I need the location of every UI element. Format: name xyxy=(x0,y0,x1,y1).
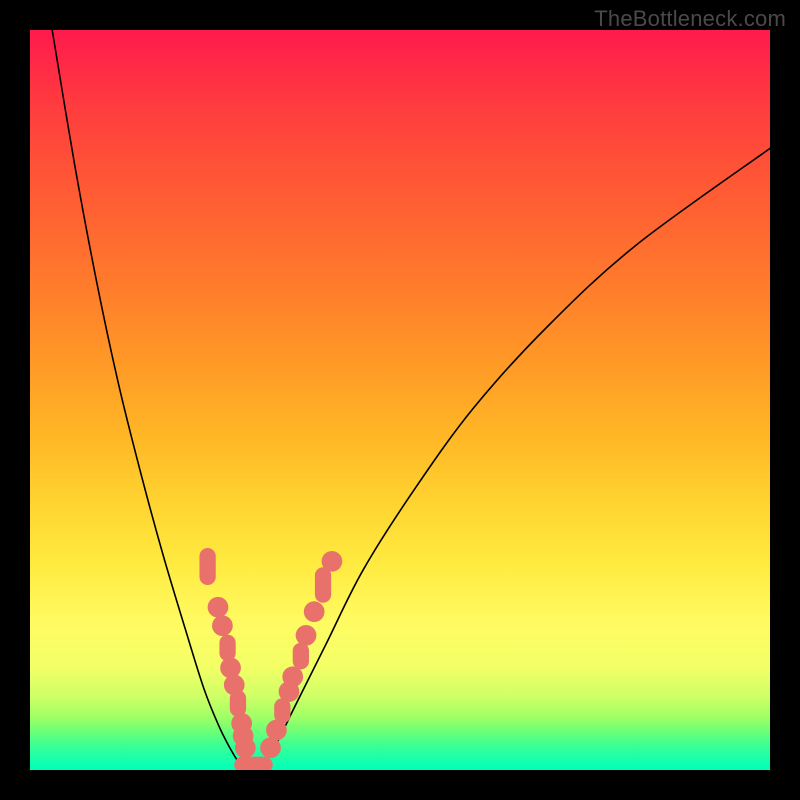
data-marker xyxy=(315,567,331,603)
data-marker xyxy=(282,666,303,687)
data-marker xyxy=(260,737,281,758)
data-marker xyxy=(293,643,309,670)
data-marker xyxy=(220,658,241,679)
chart-svg xyxy=(30,30,770,770)
plot-area xyxy=(30,30,770,770)
data-marker xyxy=(296,625,317,646)
data-marker xyxy=(235,737,256,758)
data-marker xyxy=(219,635,235,662)
data-marker xyxy=(274,698,290,723)
data-marker xyxy=(199,548,215,585)
data-marker xyxy=(230,690,246,717)
marker-layer xyxy=(199,548,342,770)
chart-frame: TheBottleneck.com xyxy=(0,0,800,800)
data-marker xyxy=(208,597,229,618)
data-marker xyxy=(234,757,272,770)
watermark-text: TheBottleneck.com xyxy=(594,6,786,32)
right_curve-path xyxy=(259,148,770,770)
left_curve-path xyxy=(52,30,244,770)
data-marker xyxy=(304,601,325,622)
data-marker xyxy=(322,551,343,572)
curve-layer xyxy=(52,30,770,770)
data-marker xyxy=(212,615,233,636)
